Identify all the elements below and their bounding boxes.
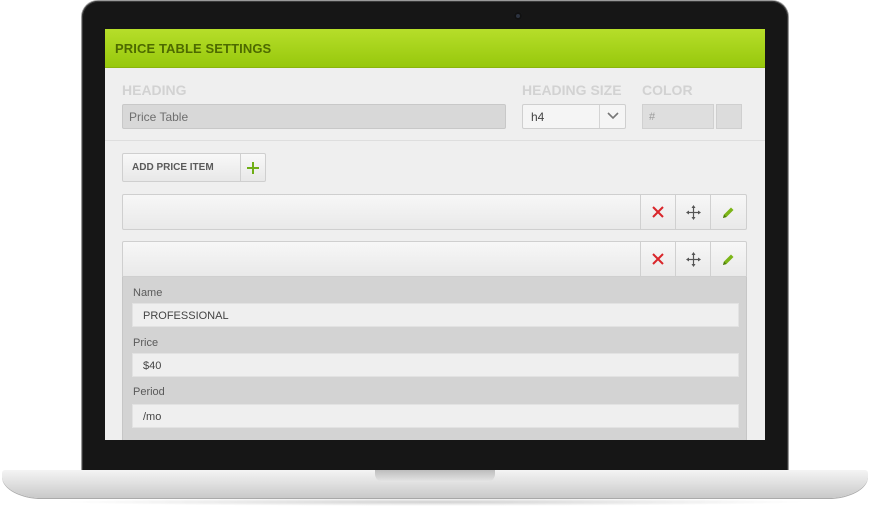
button-divider (240, 154, 241, 181)
color-input[interactable]: # (642, 104, 714, 129)
move-item-handle[interactable] (675, 195, 710, 229)
edit-item-button[interactable] (710, 242, 745, 276)
heading-size-value: h4 (531, 110, 545, 124)
move-icon (685, 204, 701, 220)
settings-header: PRICE TABLE SETTINGS (105, 29, 765, 68)
name-label: Name (133, 287, 163, 299)
edit-item-button[interactable] (710, 195, 745, 229)
delete-item-button[interactable] (640, 242, 675, 276)
camera-dot (514, 12, 522, 20)
screen: PRICE TABLE SETTINGS HEADING HEADING SIZ… (105, 29, 765, 440)
close-icon (652, 253, 664, 265)
price-item[interactable] (122, 194, 747, 230)
page-title: PRICE TABLE SETTINGS (115, 40, 272, 56)
move-icon (685, 251, 701, 267)
plus-icon (247, 162, 259, 174)
name-input[interactable]: PROFESSIONAL (132, 303, 739, 327)
price-label: Price (133, 337, 159, 349)
laptop-notch (375, 470, 495, 482)
price-item-expanded[interactable] (122, 241, 747, 277)
close-icon (652, 206, 664, 218)
delete-item-button[interactable] (640, 195, 675, 229)
pencil-icon (722, 207, 733, 218)
heading-settings: HEADING HEADING SIZE COLOR Price Table h… (105, 68, 765, 141)
heading-size-label: HEADING SIZE (522, 82, 622, 98)
heading-label: HEADING (122, 82, 187, 98)
color-swatch[interactable] (716, 104, 742, 129)
add-price-item-label: ADD PRICE ITEM (132, 162, 214, 173)
price-item-edit-form: Name PROFESSIONAL Price $40 Period /mo (122, 277, 747, 440)
move-item-handle[interactable] (675, 242, 710, 276)
laptop-shadow (60, 498, 810, 506)
heading-input[interactable]: Price Table (122, 104, 506, 129)
price-input[interactable]: $40 (132, 353, 739, 377)
color-label: COLOR (642, 82, 693, 98)
chevron-down-icon (607, 112, 619, 120)
select-divider (599, 105, 600, 128)
period-input[interactable]: /mo (132, 404, 739, 428)
period-label: Period (133, 386, 165, 398)
pencil-icon (722, 254, 733, 265)
add-price-item-button[interactable]: ADD PRICE ITEM (122, 153, 266, 182)
heading-size-select[interactable]: h4 (522, 104, 626, 129)
